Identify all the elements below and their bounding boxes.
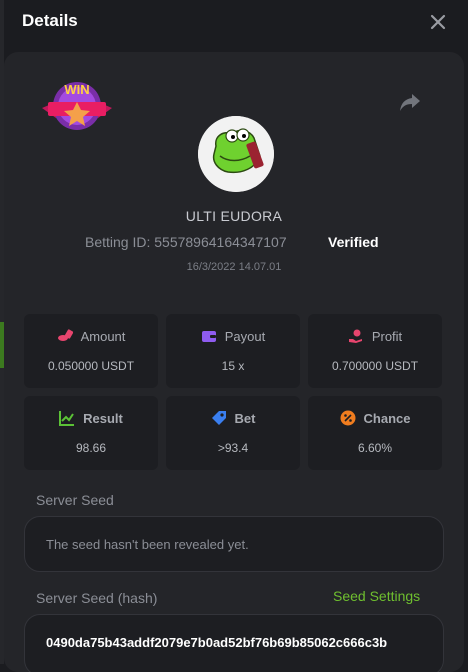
win-badge-icon: WIN <box>42 82 112 130</box>
chart-icon <box>59 411 75 426</box>
details-panel: WIN ULTI EUDORA Betting ID: 555789641643… <box>4 52 464 672</box>
username: ULTI EUDORA <box>185 208 283 224</box>
server-seed-hash-value: 0490da75b43addf2079e7b0ad52bf76b69b85062… <box>46 635 388 650</box>
percent-icon <box>340 410 356 426</box>
server-seed-hash-label: Server Seed (hash) <box>36 590 158 606</box>
seed-settings-link[interactable]: Seed Settings <box>333 588 420 604</box>
stat-bet: Bet >93.4 <box>166 396 300 470</box>
avatar <box>198 116 274 192</box>
server-seed-hash-field[interactable]: 0490da75b43addf2079e7b0ad52bf76b69b85062… <box>24 614 444 672</box>
stat-value: 98.66 <box>75 441 107 455</box>
stat-result: Result 98.66 <box>24 396 158 470</box>
server-seed-label: Server Seed <box>36 492 114 508</box>
win-badge-text: WIN <box>64 82 89 97</box>
stat-label: Payout <box>224 328 266 344</box>
stat-label: Result <box>83 410 123 426</box>
stat-value: 6.60% <box>357 441 393 455</box>
avatar-image <box>198 116 274 192</box>
server-seed-value: The seed hasn't been revealed yet. <box>46 537 249 552</box>
betting-id: Betting ID: 55578964164347107 <box>85 234 287 250</box>
stat-payout: Payout 15 x <box>166 314 300 388</box>
stat-profit: Profit 0.700000 USDT <box>308 314 442 388</box>
wallet-icon <box>201 331 216 342</box>
stat-value: 0.700000 USDT <box>331 359 419 373</box>
details-modal: Details WIN ULTI EUDORA Betting ID: 5557… <box>0 0 468 672</box>
stat-amount: Amount 0.050000 USDT <box>24 314 158 388</box>
close-icon[interactable] <box>427 11 449 33</box>
stat-value: 15 x <box>221 359 245 373</box>
stat-label: Profit <box>371 328 403 344</box>
stat-value: >93.4 <box>217 441 249 455</box>
stat-value: 0.050000 USDT <box>47 359 135 373</box>
share-icon[interactable] <box>399 92 421 112</box>
stat-label: Amount <box>80 328 126 344</box>
coins-icon <box>57 329 73 341</box>
verified-badge: Verified <box>328 234 379 250</box>
stat-chance: Chance 6.60% <box>308 396 442 470</box>
bet-timestamp: 16/3/2022 14.07.01 <box>186 261 282 273</box>
stat-label: Bet <box>234 410 256 426</box>
hand-coin-icon <box>348 329 362 343</box>
tag-icon <box>211 411 226 425</box>
modal-title: Details <box>22 11 78 30</box>
stat-label: Chance <box>363 410 411 426</box>
server-seed-field: The seed hasn't been revealed yet. <box>24 516 444 572</box>
